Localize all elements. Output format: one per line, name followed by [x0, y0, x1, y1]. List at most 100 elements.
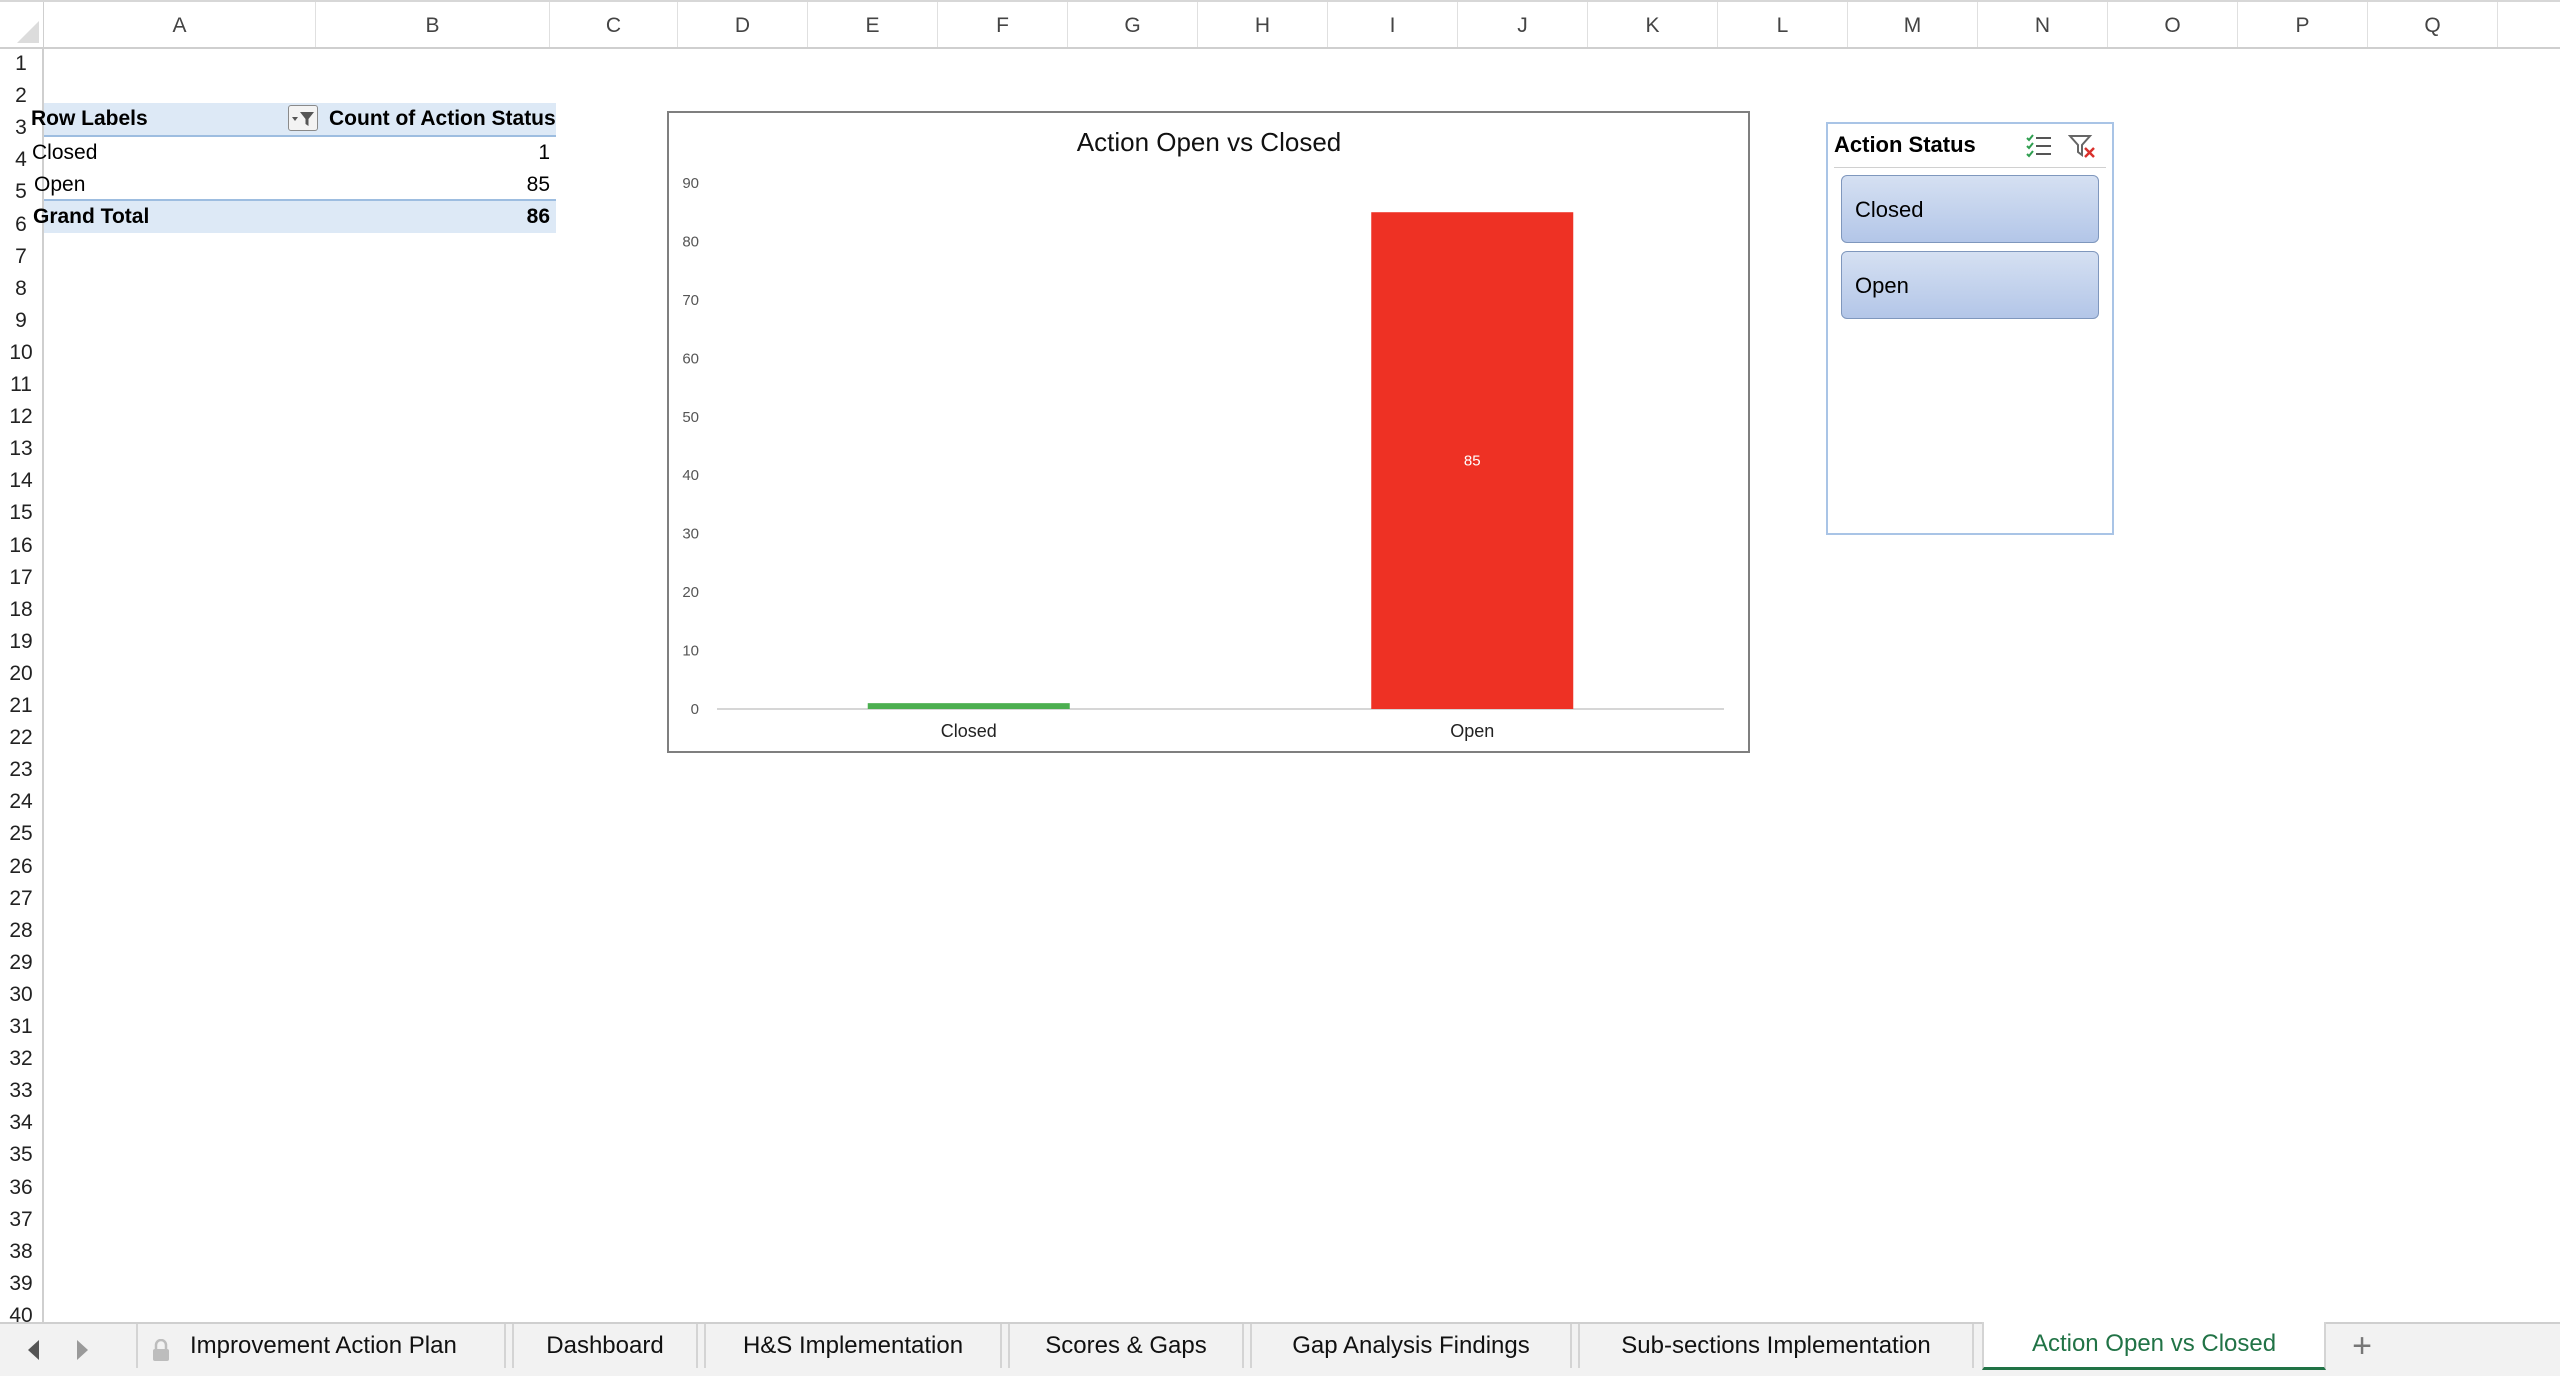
row-header-37[interactable]: 37	[0, 1203, 42, 1235]
action-status-slicer[interactable]: Action Status Closed Open	[1826, 122, 2114, 535]
y-tick-label: 20	[682, 584, 699, 601]
y-tick-label: 50	[682, 409, 699, 426]
column-header-bar: ABCDEFGHIJKLMNOPQ	[0, 2, 2560, 49]
pivot-row-closed[interactable]: Closed 1	[32, 137, 556, 169]
add-sheet-icon[interactable]: +	[2343, 1328, 2381, 1366]
row-header-21[interactable]: 21	[0, 689, 42, 721]
row-header-32[interactable]: 32	[0, 1042, 42, 1074]
chart-title: Action Open vs Closed	[1077, 127, 1341, 157]
pivot-grand-total-row[interactable]: Grand Total 86	[33, 199, 556, 233]
tab-label: Improvement Action Plan	[190, 1332, 457, 1359]
row-header-16[interactable]: 16	[0, 529, 42, 561]
y-tick-label: 10	[682, 643, 699, 660]
row-header-24[interactable]: 24	[0, 785, 42, 817]
tab-hs-implementation[interactable]: H&S Implementation	[704, 1324, 1002, 1368]
slicer-item-closed[interactable]: Closed	[1841, 175, 2099, 243]
tab-sub-sections-implementation[interactable]: Sub-sections Implementation	[1578, 1324, 1974, 1368]
column-header-b[interactable]: B	[316, 2, 550, 47]
y-tick-label: 0	[691, 701, 699, 718]
pivot-row-open[interactable]: Open 85	[34, 169, 556, 201]
tab-dashboard[interactable]: Dashboard	[512, 1324, 698, 1368]
column-header-p[interactable]: P	[2238, 2, 2368, 47]
column-header-n[interactable]: N	[1978, 2, 2108, 47]
bar-closed[interactable]	[867, 703, 1070, 709]
row-header-35[interactable]: 35	[0, 1138, 42, 1170]
column-header-g[interactable]: G	[1068, 2, 1198, 47]
row-header-17[interactable]: 17	[0, 561, 42, 593]
column-header-e[interactable]: E	[808, 2, 938, 47]
column-header-h[interactable]: H	[1198, 2, 1328, 47]
column-header-l[interactable]: L	[1718, 2, 1848, 47]
row-header-15[interactable]: 15	[0, 496, 42, 528]
row-header-22[interactable]: 22	[0, 721, 42, 753]
pivot-header-row-labels[interactable]: Row Labels	[31, 103, 301, 135]
y-tick-label: 70	[682, 292, 699, 309]
row-header-14[interactable]: 14	[0, 464, 42, 496]
pivot-total-value: 86	[526, 205, 550, 228]
row-header-33[interactable]: 33	[0, 1074, 42, 1106]
chart-canvas: Action Open vs Closed 0 10 20 30 40 50 60 70 80 9…	[682, 127, 1724, 741]
tab-improvement-action-plan[interactable]: Improvement Action Plan	[136, 1324, 506, 1368]
column-header-f[interactable]: F	[938, 2, 1068, 47]
column-header-k[interactable]: K	[1588, 2, 1718, 47]
y-tick-label: 90	[682, 175, 699, 192]
row-header-31[interactable]: 31	[0, 1010, 42, 1042]
row-header-20[interactable]: 20	[0, 657, 42, 689]
scroll-tabs-left-icon[interactable]	[24, 1338, 44, 1362]
data-label: 85	[1464, 453, 1481, 470]
row-header-13[interactable]: 13	[0, 432, 42, 464]
slicer-divider	[1834, 167, 2106, 168]
tab-gap-analysis-findings[interactable]: Gap Analysis Findings	[1250, 1324, 1572, 1368]
row-header-11[interactable]: 11	[0, 368, 42, 400]
row-header-25[interactable]: 25	[0, 817, 42, 849]
y-tick-label: 80	[682, 233, 699, 250]
row-header-29[interactable]: 29	[0, 946, 42, 978]
column-header-i[interactable]: I	[1328, 2, 1458, 47]
tab-action-open-vs-closed[interactable]: Action Open vs Closed	[1982, 1322, 2326, 1370]
column-header-j[interactable]: J	[1458, 2, 1588, 47]
row-header-23[interactable]: 23	[0, 753, 42, 785]
tab-scores-gaps[interactable]: Scores & Gaps	[1008, 1324, 1244, 1368]
lock-icon	[150, 1334, 172, 1378]
row-header-8[interactable]: 8	[0, 272, 42, 304]
y-tick-label: 40	[682, 467, 699, 484]
column-header-q[interactable]: Q	[2368, 2, 2498, 47]
slicer-item-open[interactable]: Open	[1841, 251, 2099, 319]
row-header-26[interactable]: 26	[0, 850, 42, 882]
row-header-39[interactable]: 39	[0, 1267, 42, 1299]
pivot-row-value: 85	[526, 173, 550, 196]
pivot-row-label: Closed	[32, 141, 98, 164]
row-header-1[interactable]: 1	[0, 47, 42, 79]
column-header-c[interactable]: C	[550, 2, 678, 47]
row-header-38[interactable]: 38	[0, 1235, 42, 1267]
row-header-28[interactable]: 28	[0, 914, 42, 946]
pivot-header-row: Row Labels Count of Action Status	[31, 103, 556, 137]
row-header-bar: 1 2 3 4 5 6 7 8 9 10 11 12 13 14 15 16 17 18 19 20 21 22 23 24 2…	[0, 47, 44, 1327]
clear-filter-icon[interactable]	[2067, 132, 2098, 160]
column-header-o[interactable]: O	[2108, 2, 2238, 47]
y-tick-label: 60	[682, 350, 699, 367]
pivot-filter-button[interactable]	[288, 105, 318, 131]
tab-label: Dashboard	[546, 1332, 664, 1359]
column-header-m[interactable]: M	[1848, 2, 1978, 47]
column-header-d[interactable]: D	[678, 2, 808, 47]
row-header-36[interactable]: 36	[0, 1171, 42, 1203]
sheet-tab-bar: Improvement Action Plan Dashboard H&S Im…	[0, 1322, 2560, 1376]
pivot-header-value[interactable]: Count of Action Status	[325, 103, 569, 135]
row-header-10[interactable]: 10	[0, 336, 42, 368]
tab-label: Sub-sections Implementation	[1621, 1332, 1931, 1359]
bar-chart[interactable]: Action Open vs Closed 0 10 20 30 40 50 60 70 80 9…	[667, 111, 1750, 753]
multi-select-icon[interactable]	[2024, 132, 2054, 160]
row-header-19[interactable]: 19	[0, 625, 42, 657]
row-header-7[interactable]: 7	[0, 240, 42, 272]
row-header-30[interactable]: 30	[0, 978, 42, 1010]
row-header-34[interactable]: 34	[0, 1106, 42, 1138]
row-header-27[interactable]: 27	[0, 882, 42, 914]
scroll-tabs-right-icon[interactable]	[72, 1338, 92, 1362]
row-header-9[interactable]: 9	[0, 304, 42, 336]
row-header-12[interactable]: 12	[0, 400, 42, 432]
select-all-corner[interactable]	[0, 2, 44, 47]
column-header-a[interactable]: A	[44, 2, 316, 47]
pivot-row-label: Open	[34, 173, 86, 196]
row-header-18[interactable]: 18	[0, 593, 42, 625]
